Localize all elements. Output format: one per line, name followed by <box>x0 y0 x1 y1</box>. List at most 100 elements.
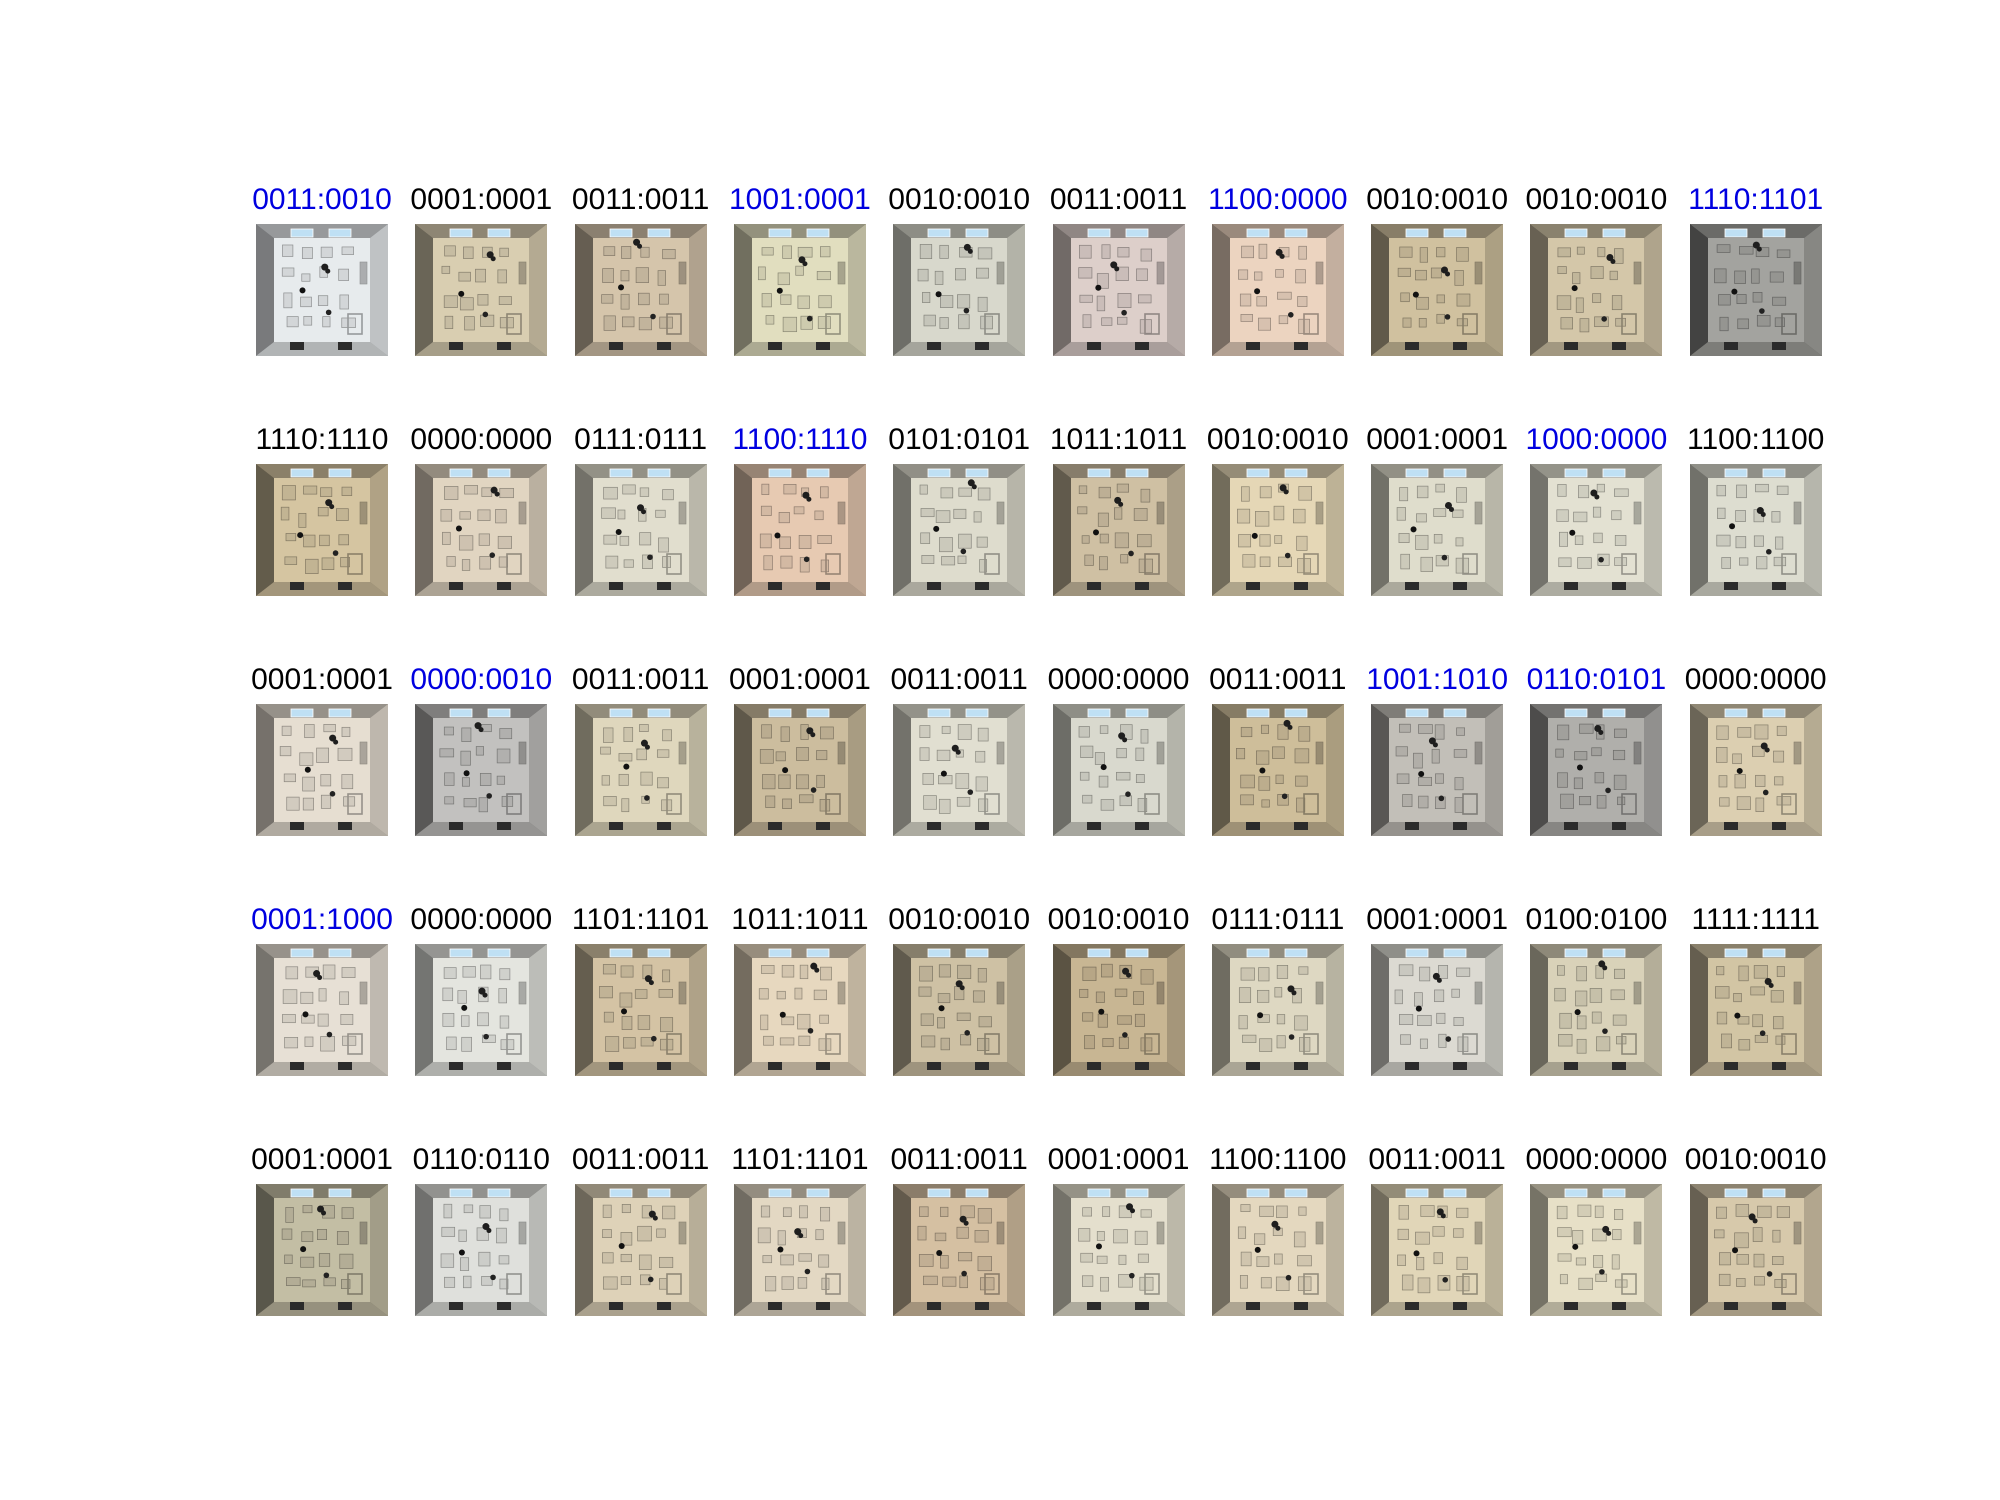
room-photo <box>1530 1184 1663 1316</box>
room-photo <box>1211 224 1344 356</box>
room-thumbnail <box>574 704 707 836</box>
room-photo <box>1052 704 1185 836</box>
room-thumbnail <box>733 464 866 596</box>
room-thumbnail <box>1530 944 1663 1076</box>
room-photo <box>1530 704 1663 836</box>
room-thumbnail <box>733 704 866 836</box>
room-photo <box>1689 1184 1822 1316</box>
room-thumbnail <box>733 224 866 356</box>
room-thumbnail <box>1211 944 1344 1076</box>
room-thumbnail <box>893 464 1026 596</box>
room-thumbnail <box>1371 704 1504 836</box>
grid-cell: 1100:1100 <box>1671 420 1841 596</box>
room-photo <box>1689 464 1822 596</box>
room-thumbnail <box>256 704 388 836</box>
room-thumbnail <box>1689 944 1822 1076</box>
room-photo <box>733 704 866 836</box>
room-photo <box>1371 944 1504 1076</box>
room-photo <box>1371 704 1504 836</box>
room-thumbnail <box>1371 944 1504 1076</box>
room-thumbnail <box>1530 704 1663 836</box>
room-photo <box>893 464 1026 596</box>
room-thumbnail <box>1052 1184 1185 1316</box>
room-photo <box>256 224 388 356</box>
room-photo <box>1530 944 1663 1076</box>
room-photo <box>1052 1184 1185 1316</box>
room-photo <box>574 464 707 596</box>
room-photo <box>1052 944 1185 1076</box>
room-photo <box>1211 944 1344 1076</box>
room-thumbnail <box>1371 464 1504 596</box>
room-thumbnail <box>1211 1184 1344 1316</box>
room-thumbnail <box>733 944 866 1076</box>
room-thumbnail <box>256 224 388 356</box>
room-photo <box>574 944 707 1076</box>
room-thumbnail <box>1530 1184 1663 1316</box>
room-thumbnail <box>574 1184 707 1316</box>
room-photo <box>574 224 707 356</box>
room-photo <box>893 1184 1026 1316</box>
room-photo <box>1530 224 1663 356</box>
room-photo <box>574 1184 707 1316</box>
cell-label: 0000:0000 <box>1684 663 1827 696</box>
grid-cell: 0000:0000 <box>1671 660 1841 836</box>
room-thumbnail <box>1371 1184 1504 1316</box>
room-photo <box>1689 944 1822 1076</box>
room-thumbnail <box>1530 464 1663 596</box>
room-photo <box>1052 464 1185 596</box>
room-photo <box>415 224 548 356</box>
room-thumbnail <box>1211 464 1344 596</box>
room-photo <box>1371 1184 1504 1316</box>
room-photo <box>893 224 1026 356</box>
room-photo <box>1211 704 1344 836</box>
room-thumbnail <box>574 224 707 356</box>
room-photo <box>1211 464 1344 596</box>
room-thumbnail <box>256 1184 388 1316</box>
room-thumbnail <box>1689 704 1822 836</box>
room-photo <box>1211 1184 1344 1316</box>
room-thumbnail <box>893 1184 1026 1316</box>
room-photo <box>1689 224 1822 356</box>
cell-label: 1100:1100 <box>1687 423 1825 456</box>
grid-cell: 1110:1101 <box>1671 180 1841 356</box>
room-thumbnail <box>1371 224 1504 356</box>
grid-cell: 0010:0010 <box>1671 1140 1841 1316</box>
room-thumbnail <box>733 1184 866 1316</box>
room-photo <box>733 464 866 596</box>
image-grid: 0011:0010 0001:0001 0011:0011 1001:0001 0010… <box>0 0 2000 1500</box>
room-photo <box>893 944 1026 1076</box>
room-thumbnail <box>1689 464 1822 596</box>
room-thumbnail <box>256 944 388 1076</box>
room-thumbnail <box>415 224 548 356</box>
room-photo <box>415 944 548 1076</box>
room-thumbnail <box>1530 224 1663 356</box>
room-thumbnail <box>1052 224 1185 356</box>
room-thumbnail <box>415 704 548 836</box>
room-thumbnail <box>574 464 707 596</box>
room-photo <box>415 704 548 836</box>
room-photo <box>256 1184 388 1316</box>
cell-label: 1110:1101 <box>1688 183 1824 216</box>
room-thumbnail <box>256 464 388 596</box>
room-photo <box>733 944 866 1076</box>
room-photo <box>893 704 1026 836</box>
cell-label: 1111:1111 <box>1691 903 1820 936</box>
room-thumbnail <box>1052 704 1185 836</box>
room-thumbnail <box>1689 224 1822 356</box>
room-photo <box>733 1184 866 1316</box>
room-thumbnail <box>1211 224 1344 356</box>
room-photo <box>574 704 707 836</box>
room-photo <box>256 464 388 596</box>
room-thumbnail <box>893 704 1026 836</box>
room-photo <box>1371 224 1504 356</box>
room-photo <box>733 224 866 356</box>
room-thumbnail <box>415 944 548 1076</box>
room-thumbnail <box>893 944 1026 1076</box>
room-photo <box>1052 224 1185 356</box>
room-photo <box>1689 704 1822 836</box>
room-thumbnail <box>415 464 548 596</box>
room-thumbnail <box>1052 464 1185 596</box>
room-photo <box>256 944 388 1076</box>
room-thumbnail <box>1689 1184 1822 1316</box>
room-thumbnail <box>415 1184 548 1316</box>
